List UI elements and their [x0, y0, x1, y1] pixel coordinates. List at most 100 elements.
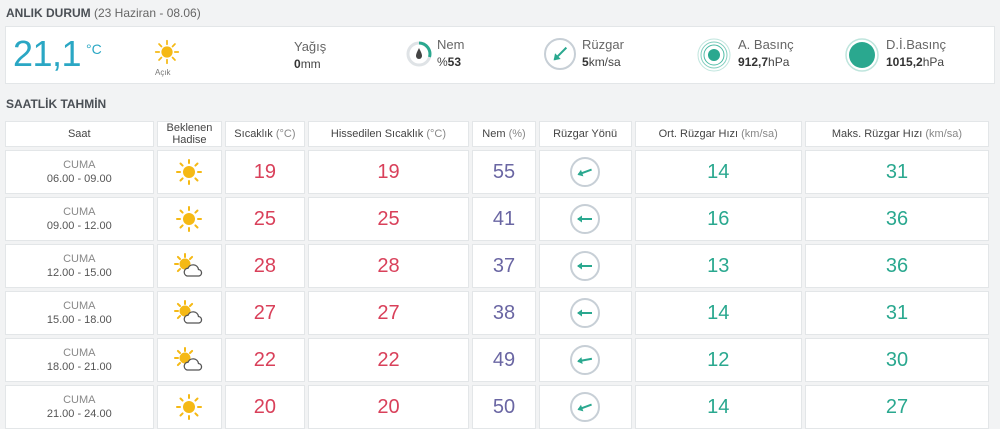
hours-label: 06.00 - 09.00 — [46, 173, 112, 185]
header-weather: Beklenen Hadise — [156, 121, 223, 147]
header-humidity-unit: (%) — [508, 128, 526, 140]
header-temp: Sıcaklık (°C) — [225, 121, 305, 147]
feels-cell: 25 — [307, 197, 470, 241]
hours-label: 09.00 - 12.00 — [46, 220, 112, 232]
feels-value: 28 — [377, 254, 400, 277]
day-label: CUMA — [63, 253, 96, 265]
rain-value: 0 — [294, 57, 301, 71]
header-avg-wind: Ort. Rüzgar Hızı (km/sa) — [634, 121, 802, 147]
header-temp-unit: (°C) — [275, 128, 296, 140]
header-weather-line1: Beklenen — [166, 122, 213, 134]
wind-arrow-icon — [570, 345, 601, 375]
feels-value: 20 — [377, 395, 400, 418]
header-avg-wind-label: Ort. Rüzgar Hızı — [658, 128, 739, 140]
forecast-row: CUMA 21.00 - 24.00 20 20 50 14 27 — [5, 385, 989, 429]
feels-value: 22 — [377, 348, 400, 371]
day-label: CUMA — [63, 159, 96, 171]
avg-wind-value: 14 — [707, 160, 730, 183]
time-cell: CUMA 18.00 - 21.00 — [5, 338, 154, 382]
humidity-value: 38 — [492, 301, 516, 324]
wind-unit: km/sa — [588, 55, 621, 69]
day-label: CUMA — [63, 206, 96, 218]
pressure-label: A. Basınç — [738, 37, 794, 52]
weather-cell — [156, 338, 223, 382]
avg-wind-cell: 14 — [634, 291, 802, 335]
time-cell: CUMA 06.00 - 09.00 — [5, 150, 154, 194]
avg-wind-cell: 14 — [634, 150, 802, 194]
sun-icon — [176, 394, 203, 420]
avg-wind-cell: 16 — [634, 197, 802, 241]
feels-value: 27 — [377, 301, 400, 324]
wind-dir-cell — [538, 385, 632, 429]
max-wind-cell: 27 — [804, 385, 989, 429]
humidity-label: Nem — [437, 37, 465, 52]
weather-cell — [156, 244, 223, 288]
max-wind-cell: 31 — [804, 150, 989, 194]
forecast-row: CUMA 18.00 - 21.00 22 22 49 12 30 — [5, 338, 989, 382]
wind-value-group: 5km/sa — [582, 55, 621, 69]
humidity-cell: 41 — [472, 197, 536, 241]
avg-wind-value: 12 — [707, 348, 730, 371]
feels-cell: 27 — [307, 291, 470, 335]
max-wind-cell: 31 — [804, 291, 989, 335]
temp-cell: 19 — [225, 150, 305, 194]
humidity-prefix: % — [437, 55, 448, 69]
header-max-wind-unit: (km/sa) — [925, 128, 963, 140]
pressure-value-group: 912,7hPa — [738, 55, 789, 69]
header-weather-line2: Hadise — [172, 134, 207, 146]
current-title-text: ANLIK DURUM — [6, 6, 91, 20]
humidity-cell: 37 — [472, 244, 536, 288]
current-conditions-panel: 21,1 °C Açık Yağış 0mm Nem %53 Rüzgar 5k… — [5, 26, 995, 84]
humidity-value: 53 — [447, 55, 462, 69]
wind-label: Rüzgar — [582, 37, 624, 52]
rain-label: Yağış — [294, 39, 327, 54]
partly-cloudy-icon — [174, 253, 203, 277]
weather-cell — [156, 150, 223, 194]
wind-dir-cell — [538, 338, 632, 382]
pressure-value: 912,7 — [738, 55, 769, 69]
pressure-icon — [697, 38, 731, 72]
wind-dir-cell — [538, 150, 632, 194]
temp-cell: 20 — [225, 385, 305, 429]
temp-cell: 25 — [225, 197, 305, 241]
hourly-forecast-table: Saat Beklenen Hadise Sıcaklık (°C) Hisse… — [2, 118, 992, 429]
humidity-cell: 50 — [472, 385, 536, 429]
hours-label: 18.00 - 21.00 — [46, 361, 112, 373]
feels-value: 25 — [377, 207, 400, 230]
humidity-value: 41 — [492, 207, 516, 230]
feels-cell: 20 — [307, 385, 470, 429]
day-label: CUMA — [63, 394, 96, 406]
sea-pressure-icon — [845, 38, 879, 72]
time-cell: CUMA 15.00 - 18.00 — [5, 291, 154, 335]
temp-cell: 22 — [225, 338, 305, 382]
humidity-cell: 49 — [472, 338, 536, 382]
humidity-gauge-icon — [406, 41, 432, 67]
max-wind-value: 36 — [885, 254, 909, 277]
current-conditions-title: ANLIK DURUM (23 Haziran - 08.06) — [6, 6, 201, 20]
sea-pressure-unit: hPa — [922, 55, 945, 69]
avg-wind-value: 14 — [707, 301, 730, 324]
wind-arrow-icon — [570, 204, 601, 234]
sea-pressure-label: D.İ.Basınç — [886, 37, 946, 52]
humidity-value-group: %53 — [437, 55, 461, 69]
hours-label: 15.00 - 18.00 — [46, 314, 112, 326]
pressure-unit: hPa — [768, 55, 790, 69]
avg-wind-value: 14 — [707, 395, 730, 418]
humidity-value: 55 — [492, 160, 516, 183]
avg-wind-value: 13 — [707, 254, 730, 277]
max-wind-value: 31 — [885, 160, 909, 183]
temp-value: 19 — [253, 160, 277, 183]
header-avg-wind-unit: (km/sa) — [741, 128, 778, 140]
sea-pressure-value: 1015,2 — [886, 55, 923, 69]
hourly-forecast-title: SAATLİK TAHMİN — [6, 97, 107, 111]
max-wind-cell: 30 — [804, 338, 989, 382]
header-feels-label: Hissedilen Sıcaklık — [330, 128, 424, 140]
max-wind-value: 36 — [885, 207, 909, 230]
wind-dir-cell — [538, 291, 632, 335]
wind-arrow-icon — [570, 392, 601, 422]
avg-wind-cell: 14 — [634, 385, 802, 429]
partly-cloudy-icon — [174, 347, 203, 371]
forecast-row: CUMA 06.00 - 09.00 19 19 55 14 31 — [5, 150, 989, 194]
humidity-value: 37 — [492, 254, 516, 277]
hours-label: 12.00 - 15.00 — [46, 267, 112, 279]
